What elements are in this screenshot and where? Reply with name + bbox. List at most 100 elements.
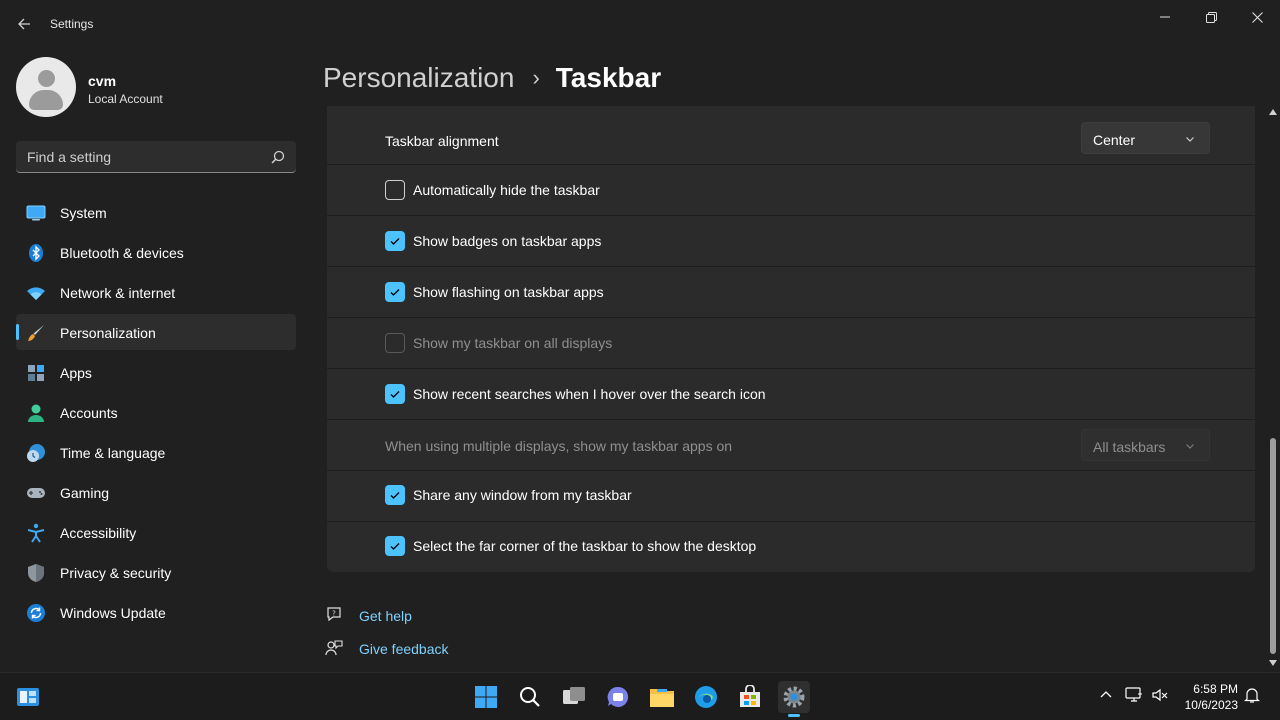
gamepad-icon [27,488,45,498]
setting-recent-searches[interactable]: Show recent searches when I hover over t… [327,369,1255,420]
scroll-down-arrow-icon[interactable] [1269,660,1277,666]
page-title: Taskbar [555,62,662,93]
close-button[interactable] [1234,0,1280,34]
user-profile[interactable]: cvm Local Account [16,57,296,117]
auto-hide-checkbox[interactable] [385,180,405,200]
setting-share-window[interactable]: Share any window from my taskbar [327,471,1255,522]
account-type: Local Account [88,92,163,106]
setting-all-displays: Show my taskbar on all displays [327,318,1255,369]
sidebar-item-system[interactable]: System [16,194,296,230]
get-help-link[interactable]: ? Get help [325,603,525,629]
setting-show-flashing[interactable]: Show flashing on taskbar apps [327,267,1255,318]
help-chat-icon: ? [327,607,341,622]
search-box[interactable] [16,141,296,173]
setting-label: Share any window from my taskbar [413,487,632,503]
give-feedback-label: Give feedback [359,641,449,657]
network-icon[interactable] [1124,685,1144,705]
sidebar-item-label: Apps [60,365,92,381]
sidebar-item-label: Personalization [60,325,156,341]
apps-icon [28,365,44,381]
checkmark-icon [390,238,400,245]
setting-label: Select the far corner of the taskbar to … [413,538,757,554]
notification-bell-icon[interactable] [1242,685,1262,705]
setting-label: Show flashing on taskbar apps [413,284,604,300]
window-title: Settings [50,17,94,31]
avatar [16,57,76,117]
accessibility-icon [27,523,45,543]
setting-label: Show recent searches when I hover over t… [413,386,766,402]
file-explorer-icon[interactable] [646,681,678,713]
back-arrow-icon[interactable] [12,12,36,36]
brush-icon [28,325,44,341]
scrollbar-thumb[interactable] [1270,438,1276,654]
breadcrumb: Personalization › Taskbar [323,58,661,98]
setting-label: Show badges on taskbar apps [413,233,602,249]
sidebar-item-time-language[interactable]: Time & language [16,434,296,470]
sidebar-nav: System Bluetooth & devices Network & int… [16,194,296,634]
settings-icon[interactable] [778,681,810,717]
setting-show-badges[interactable]: Show badges on taskbar apps [327,216,1255,267]
minimize-button[interactable] [1142,0,1188,34]
scrollbar[interactable] [1266,106,1280,672]
setting-taskbar-alignment: Taskbar alignment Center [327,106,1255,165]
all-displays-checkbox [385,333,405,353]
sidebar-item-network[interactable]: Network & internet [16,274,296,310]
sidebar-item-label: Network & internet [60,285,176,301]
sidebar-item-apps[interactable]: Apps [16,354,296,390]
search-icon[interactable] [271,150,285,164]
sidebar-item-label: Accessibility [60,525,137,541]
setting-auto-hide[interactable]: Automatically hide the taskbar [327,165,1255,216]
setting-label: Show my taskbar on all displays [413,335,613,351]
sidebar-item-windows-update[interactable]: Windows Update [16,594,296,630]
clock-time: 6:58 PM [1193,682,1238,696]
sidebar-item-privacy-security[interactable]: Privacy & security [16,554,296,590]
recent-searches-checkbox[interactable] [385,384,405,404]
show-badges-checkbox[interactable] [385,231,405,251]
far-corner-checkbox[interactable] [385,536,405,556]
chevron-down-icon [1186,444,1194,449]
feedback-icon [325,640,343,656]
breadcrumb-parent[interactable]: Personalization [323,62,514,94]
start-icon[interactable] [470,681,502,713]
taskbar-search-icon[interactable] [514,681,546,713]
dropdown-value: All taskbars [1093,439,1166,455]
chevron-down-icon [1186,137,1194,142]
shield-icon [28,564,44,582]
give-feedback-link[interactable]: Give feedback [325,636,525,662]
show-flashing-checkbox[interactable] [385,282,405,302]
sidebar-item-personalization[interactable]: Personalization [16,314,296,350]
sidebar-item-label: Time & language [60,445,166,461]
search-input[interactable] [16,141,266,172]
edge-icon[interactable] [690,681,722,713]
breadcrumb-separator: › [532,65,540,90]
scroll-up-arrow-icon[interactable] [1269,109,1277,115]
user-name: cvm [88,73,117,89]
sidebar-item-accounts[interactable]: Accounts [16,394,296,430]
task-view-icon[interactable] [558,681,590,713]
setting-far-corner[interactable]: Select the far corner of the taskbar to … [327,522,1255,572]
windows-taskbar: 6:58 PM 10/6/2023 [0,672,1280,720]
sidebar-item-label: Windows Update [60,605,166,621]
title-bar: Settings [0,0,1280,48]
volume-muted-icon[interactable] [1150,685,1170,705]
store-icon[interactable] [734,681,766,713]
system-clock[interactable]: 6:58 PM 10/6/2023 [1178,681,1238,713]
show-hidden-icons-chevron-up-icon[interactable] [1096,685,1116,705]
sidebar-item-bluetooth[interactable]: Bluetooth & devices [16,234,296,270]
sidebar-item-accessibility[interactable]: Accessibility [16,514,296,550]
restore-button[interactable] [1188,0,1234,34]
sidebar-item-label: Bluetooth & devices [60,245,184,261]
taskbar-behaviors-card: Taskbar alignment Center Automatically h… [327,106,1255,572]
setting-label: Taskbar alignment [385,133,499,149]
sidebar-item-label: Accounts [60,405,118,421]
widgets-icon[interactable] [12,681,44,713]
teams-chat-icon[interactable] [602,681,634,713]
setting-label: When using multiple displays, show my ta… [385,438,733,454]
taskbar-alignment-dropdown[interactable]: Center [1081,122,1210,154]
sidebar-item-gaming[interactable]: Gaming [16,474,296,510]
checkmark-icon [390,543,400,550]
dropdown-value: Center [1093,132,1136,148]
get-help-label: Get help [359,608,412,624]
share-window-checkbox[interactable] [385,485,405,505]
multiple-displays-dropdown: All taskbars [1081,429,1210,461]
